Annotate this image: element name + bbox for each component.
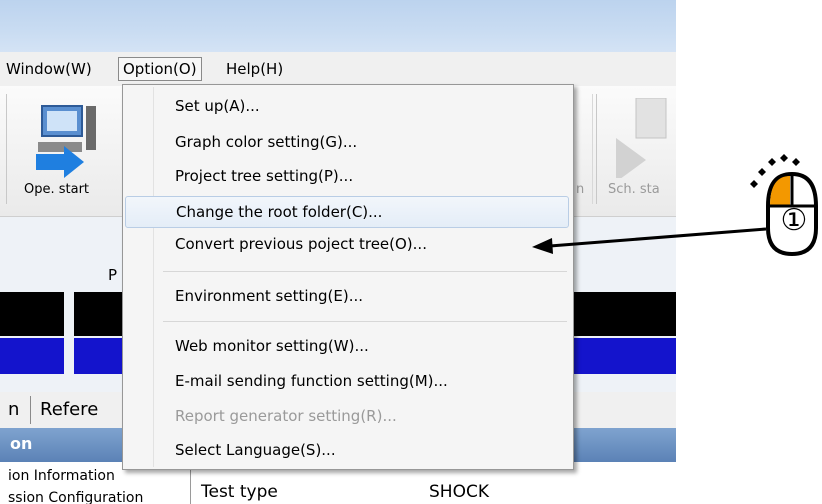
hidden-button-label: n xyxy=(576,182,585,197)
status-band-blue-1 xyxy=(0,338,64,374)
menu-item-web-monitor-setting[interactable]: Web monitor setting(W)... xyxy=(125,331,569,361)
status-band-black-1 xyxy=(0,292,64,336)
menu-item-convert-previous-project-tree[interactable]: Convert previous poject tree(O)... xyxy=(125,229,569,259)
step-number: ① xyxy=(780,203,808,238)
ope-start-icon xyxy=(36,105,96,178)
menu-bar: Window(W) Option(O) Help(H) xyxy=(0,52,676,87)
sch-start-icon xyxy=(616,98,667,178)
option-dropdown-menu: Set up(A)... Graph color setting(G)... P… xyxy=(122,84,574,470)
menu-item-set-up[interactable]: Set up(A)... xyxy=(125,91,569,121)
menu-item-environment-setting[interactable]: Environment setting(E)... xyxy=(125,281,569,311)
panel-p-label: P xyxy=(108,266,118,284)
test-type-value: SHOCK xyxy=(429,482,489,502)
menu-item-select-language[interactable]: Select Language(S)... xyxy=(125,435,569,465)
menu-item-report-generator-setting: Report generator setting(R)... xyxy=(175,407,397,425)
menu-item-email-sending-function-setting[interactable]: E-mail sending function setting(M)... xyxy=(125,366,569,396)
menu-item-change-root-folder[interactable]: Change the root folder(C)... xyxy=(125,196,569,228)
menu-help[interactable]: Help(H) xyxy=(222,58,287,80)
menu-item-graph-color-setting[interactable]: Graph color setting(G)... xyxy=(125,127,569,157)
menu-option[interactable]: Option(O) xyxy=(118,57,202,81)
tree-item-configuration[interactable]: ssion Configuration xyxy=(8,490,143,504)
tree-item-information[interactable]: ion Information xyxy=(8,468,115,484)
test-type-label: Test type xyxy=(201,482,278,502)
sch-start-label: Sch. sta xyxy=(608,182,660,197)
ope-start-button[interactable]: Ope. start xyxy=(14,90,118,208)
tab-reference[interactable]: Refere xyxy=(40,394,98,426)
tab-partial[interactable]: n xyxy=(8,394,19,426)
menu-item-project-tree-setting[interactable]: Project tree setting(P)... xyxy=(125,161,569,191)
section-header-text: on xyxy=(10,434,33,453)
ope-start-label: Ope. start xyxy=(24,182,90,197)
menu-window[interactable]: Window(W) xyxy=(2,58,96,80)
title-bar xyxy=(0,0,676,52)
mouse-click-annotation: ① xyxy=(748,150,822,260)
sch-start-button[interactable]: Sch. sta xyxy=(598,90,676,208)
